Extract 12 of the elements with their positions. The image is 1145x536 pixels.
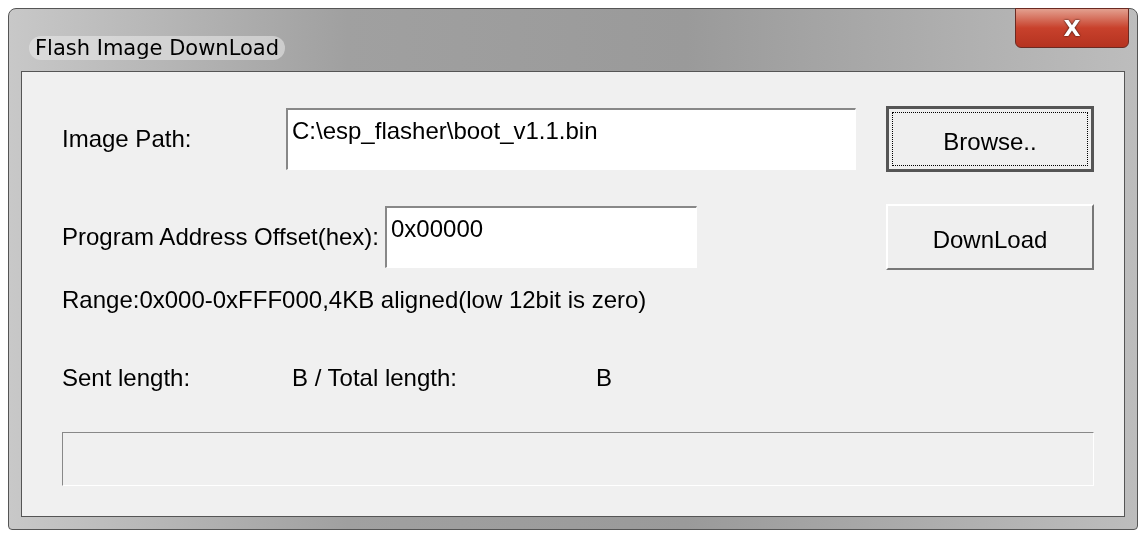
close-button[interactable]: X (1015, 8, 1129, 48)
length-text: B (596, 364, 612, 392)
length-text: Sent length: (62, 364, 192, 392)
offset-field[interactable]: 0x00000 (385, 206, 697, 268)
window-title: Flash Image DownLoad (29, 36, 286, 60)
length-text: B / Total length: (292, 364, 458, 392)
image-path-field[interactable]: C:\esp_flasher\boot_v1.1.bin (286, 108, 856, 170)
range-note: Range:0x000-0xFFF000,4KB aligned(low 12bit is zero) (62, 286, 648, 314)
download-button[interactable]: DownLoad (886, 204, 1094, 270)
image-path-label: Image Path: (62, 125, 193, 153)
browse-button[interactable]: Browse.. (886, 106, 1094, 172)
offset-label: Program Address Offset(hex): (62, 223, 379, 251)
